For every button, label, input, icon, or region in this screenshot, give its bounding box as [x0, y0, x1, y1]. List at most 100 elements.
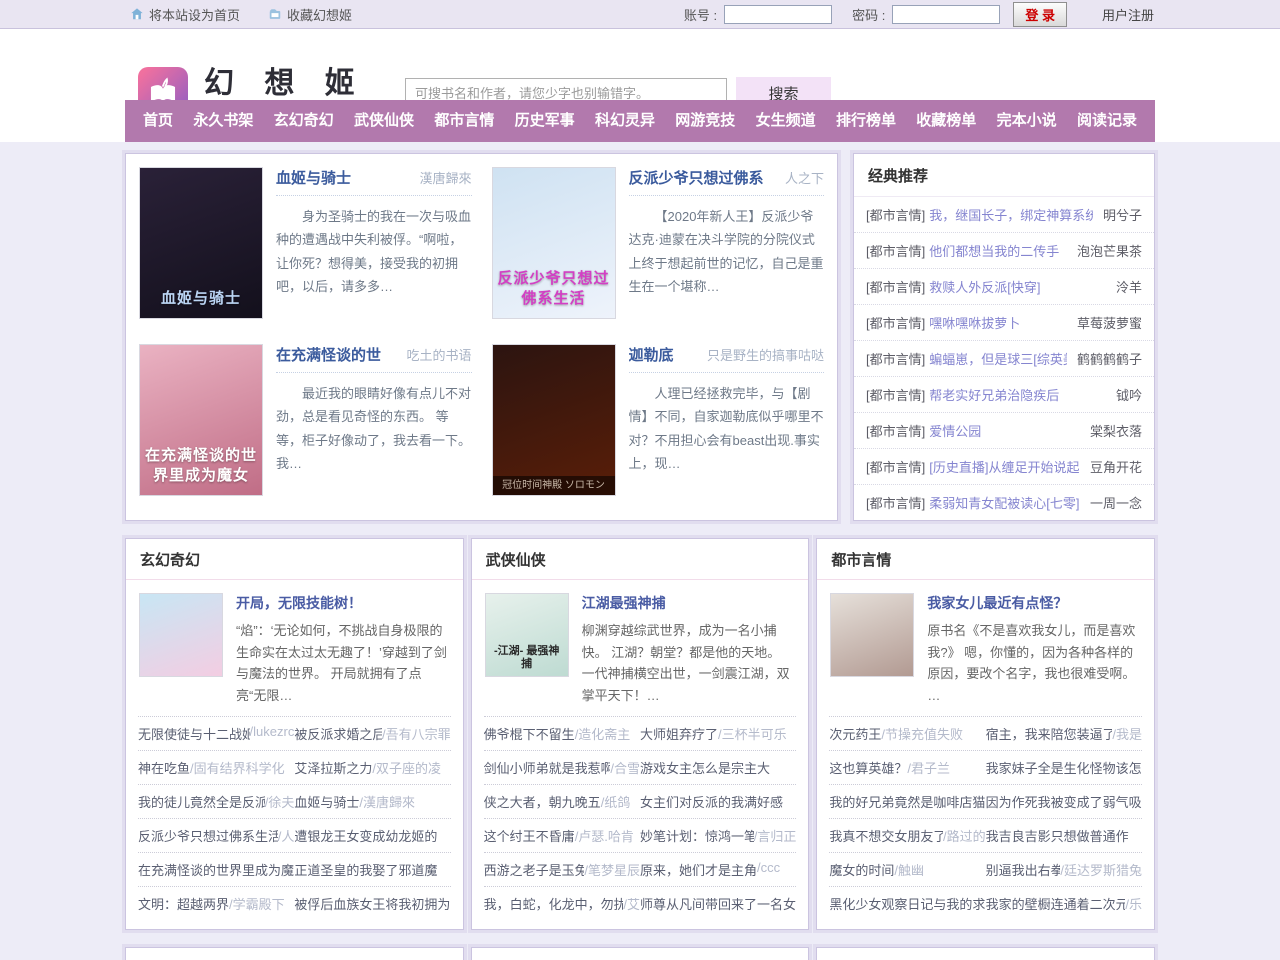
book-link[interactable]: 遭银龙王女变成幼龙姬的 — [294, 826, 450, 845]
recommend-author: 草莓菠萝蜜 — [1067, 313, 1142, 332]
recommend-title-link[interactable]: 蝙蝠崽，但是球三[综英美] — [929, 349, 1067, 368]
set-home-link[interactable]: 将本站设为首页 — [130, 5, 240, 24]
book-link-author: /合雪 — [610, 758, 640, 777]
book-link[interactable]: 我的好兄弟竟然是咖啡店猫 — [829, 792, 985, 811]
book-link[interactable]: 次元药王/节操充值失败 — [829, 724, 985, 743]
book-link[interactable]: 妙笔计划：惊鸿一笔/言归正 — [640, 826, 796, 845]
book-link[interactable]: 我，白蛇，化龙中，勿扰/艾 — [484, 894, 640, 913]
book-link[interactable]: 血姬与骑士/漢唐歸來 — [294, 792, 450, 811]
nav-item-2[interactable]: 永久书架 — [185, 100, 261, 142]
nav-item-3[interactable]: 玄幻奇幻 — [266, 100, 342, 142]
book-link[interactable]: 原来，她们才是主角/ccc — [640, 860, 796, 879]
book-link[interactable]: 我家的壁橱连通着二次元/乐 — [986, 894, 1142, 913]
book-desc: 身为圣骑士的我在一次与吸血种的遭遇战中失利被俘。“啊啦，让你死？想得美，接受我的… — [276, 205, 472, 299]
password-input[interactable] — [892, 5, 1000, 24]
nav-item-10[interactable]: 排行榜单 — [828, 100, 904, 142]
book-link[interactable]: 被反派求婚之后/吾有八宗罪 — [294, 724, 450, 743]
book-link-author: /漢唐歸來 — [359, 792, 415, 811]
book-title-row: 迦勒底 只是野生的搞事咕哒 — [629, 344, 825, 373]
book-link[interactable]: 我的徒儿竟然全是反派/徐夫 — [138, 792, 294, 811]
book-cover[interactable]: 冠位时间神殿 ソロモン — [492, 344, 616, 496]
book-link[interactable]: 宿主，我来陪您装逼了/我是 — [986, 724, 1142, 743]
nav-item-1[interactable]: 首页 — [135, 100, 181, 142]
book-link-author: /徐夫 — [265, 792, 295, 811]
book-link[interactable]: 剑仙小师弟就是我惹啊/合雪 — [484, 758, 640, 777]
book-title-link[interactable]: 在充满怪谈的世 — [276, 344, 381, 365]
nav-item-11[interactable]: 收藏榜单 — [908, 100, 984, 142]
recommend-author: 泠羊 — [1106, 277, 1142, 296]
recommend-title-link[interactable]: 柔弱知青女配被读心[七零] — [929, 493, 1079, 512]
book-link[interactable]: 无限使徒与十二战姬/lukezrc — [138, 724, 294, 743]
book-author-link[interactable]: 漢唐歸來 — [411, 168, 471, 187]
book-link[interactable]: 女主们对反派的我满好感 — [640, 792, 796, 811]
book-author-link[interactable]: 只是野生的搞事咕哒 — [699, 345, 824, 364]
recommend-title-link[interactable]: 帮老实好兄弟治隐疾后 — [929, 385, 1059, 404]
book-desc: 【2020年新人王】反派少爷达克·迪蒙在决斗学院的分院仪式上终于想起前世的记忆，… — [629, 205, 825, 299]
book-cover[interactable] — [830, 593, 914, 677]
login-button[interactable]: 登 录 — [1013, 2, 1067, 27]
bookmark-link[interactable]: 收藏幻想姬 — [268, 5, 352, 24]
book-cover[interactable]: 血姬与骑士 — [139, 167, 263, 319]
nav-item-13[interactable]: 阅读记录 — [1069, 100, 1145, 142]
book-info: 反派少爷只想过佛系人之下【2020年新人王】反派少爷达克·迪蒙在决斗学院的分院仪… — [629, 167, 825, 330]
nav-item-4[interactable]: 武侠仙侠 — [346, 100, 422, 142]
recommend-title-link[interactable]: 我，继国长子，绑定神算系统 — [929, 205, 1093, 224]
nav-item-9[interactable]: 女生频道 — [748, 100, 824, 142]
book-link-title: 女主们对反派的我满好感 — [640, 792, 783, 811]
recommend-title-link[interactable]: [历史直播]从缠足开始说起 — [929, 457, 1079, 476]
book-link[interactable]: 在充满怪谈的世界里成为魔 — [138, 860, 294, 879]
book-author-link[interactable]: 人之下 — [777, 168, 824, 187]
account-input[interactable] — [724, 5, 832, 24]
section-title: 都市言情 — [817, 539, 1154, 580]
recommend-title-link[interactable]: 他们都想当我的二传手 — [929, 241, 1059, 260]
book-link[interactable]: 魔女的时间/触幽 — [829, 860, 985, 879]
book-link[interactable]: 神在吃鱼/固有结界科学化 — [138, 758, 294, 777]
book-link[interactable]: 文明：超越两界/学霸殿下 — [138, 894, 294, 913]
recommend-title-link[interactable]: 爱情公园 — [929, 421, 981, 440]
book-title-link[interactable]: 江湖最强神捕 — [582, 593, 796, 613]
recommend-title-link[interactable]: 救赎人外反派[快穿] — [929, 277, 1040, 296]
book-link[interactable]: 正道圣皇的我娶了邪道魔 — [294, 860, 450, 879]
book-author-link[interactable]: 吃土的书语 — [398, 345, 471, 364]
book-title-link[interactable]: 反派少爷只想过佛系 — [629, 167, 764, 188]
book-cover[interactable]: -江湖- 最强神捕 — [485, 593, 569, 677]
book-list-row: 佛爷棍下不留生/造化斋主大师姐弃疗了/三杯半可乐 — [484, 716, 797, 750]
book-link[interactable]: 游戏女主怎么是宗主大 — [640, 758, 796, 777]
nav-item-7[interactable]: 科幻灵异 — [587, 100, 663, 142]
book-link[interactable]: 侠之大者，朝九晚五/纸鸽 — [484, 792, 640, 811]
nav-item-6[interactable]: 历史军事 — [507, 100, 583, 142]
book-link[interactable]: 别逼我出右拳/廷达罗斯猎兔 — [986, 860, 1142, 879]
book-link[interactable]: 我家妹子全是生化怪物该怎 — [986, 758, 1142, 777]
book-link[interactable]: 这也算英雄？/君子兰 — [829, 758, 985, 777]
book-cover[interactable]: 在充满怪谈的世界里成为魔女 — [139, 344, 263, 496]
book-link[interactable]: 艾泽拉斯之力/双子座的凌 — [294, 758, 450, 777]
book-title-link[interactable]: 迦勒底 — [629, 344, 674, 365]
recommend-title-link[interactable]: 嘿咻嘿咻拔萝卜 — [929, 313, 1020, 332]
book-link[interactable]: 师尊从凡间带回来了一名女 — [640, 894, 796, 913]
book-link[interactable]: 我真不想交女朋友了/路过的 — [829, 826, 985, 845]
book-link[interactable]: 被俘后血族女王将我初拥为 — [294, 894, 450, 913]
book-link-title: 次元药王 — [829, 724, 881, 743]
recommend-item: [都市言情]他们都想当我的二传手泡泡芒果茶 — [854, 233, 1154, 269]
book-link[interactable]: 因为作死我被变成了弱气吸 — [986, 792, 1142, 811]
book-link[interactable]: 我吉良吉影只想做普通作 — [986, 826, 1142, 845]
book-link-title: 魔女的时间 — [829, 860, 894, 879]
recommend-item-main: [都市言情]嘿咻嘿咻拔萝卜 — [866, 313, 1067, 332]
book-link[interactable]: 这个纣王不昏庸/卢瑟.哈肯 — [484, 826, 640, 845]
nav-item-8[interactable]: 网游竞技 — [667, 100, 743, 142]
book-link[interactable]: 反派少爷只想过佛系生活/人 — [138, 826, 294, 845]
book-cover[interactable]: 反派少爷只想过佛系生活 — [492, 167, 616, 319]
book-link[interactable]: 黑化少女观察日记与我的求 — [829, 894, 985, 913]
register-link[interactable]: 用户注册 — [1102, 5, 1154, 24]
recommend-item-main: [都市言情][历史直播]从缠足开始说起 — [866, 457, 1080, 476]
book-title-link[interactable]: 开局，无限技能树！ — [236, 593, 450, 613]
nav-item-5[interactable]: 都市言情 — [426, 100, 502, 142]
recommend-item: [都市言情][历史直播]从缠足开始说起豆角开花 — [854, 449, 1154, 485]
book-title-link[interactable]: 我家女儿最近有点怪？ — [927, 593, 1141, 613]
book-link[interactable]: 佛爷棍下不留生/造化斋主 — [484, 724, 640, 743]
book-title-link[interactable]: 血姬与骑士 — [276, 167, 351, 188]
book-link[interactable]: 大师姐弃疗了/三杯半可乐 — [640, 724, 796, 743]
book-cover[interactable] — [139, 593, 223, 677]
nav-item-12[interactable]: 完本小说 — [989, 100, 1065, 142]
book-link[interactable]: 西游之老子是玉兔/笔梦星辰 — [484, 860, 640, 879]
